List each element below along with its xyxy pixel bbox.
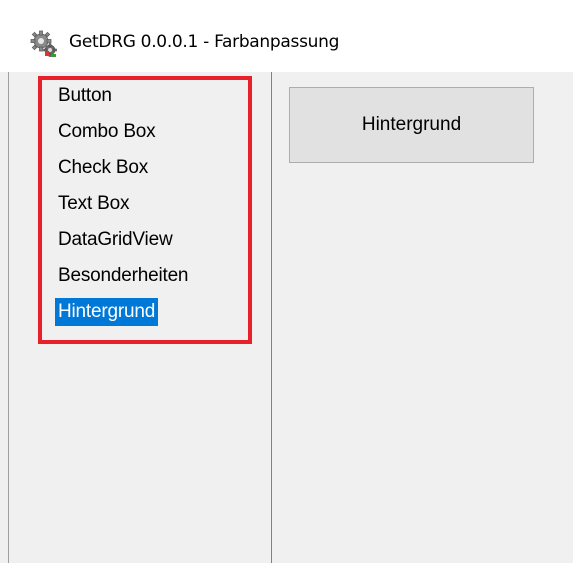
window-title: GetDRG 0.0.0.1 - Farbanpassung (69, 32, 340, 52)
hintergrund-button[interactable]: Hintergrund (289, 87, 534, 163)
main-window: GetDRG 0.0.0.1 - Farbanpassung Button Co… (0, 0, 573, 563)
annotation-highlight-box (38, 76, 252, 344)
gear-app-icon (30, 30, 57, 57)
title-bar: GetDRG 0.0.0.1 - Farbanpassung (0, 0, 573, 72)
